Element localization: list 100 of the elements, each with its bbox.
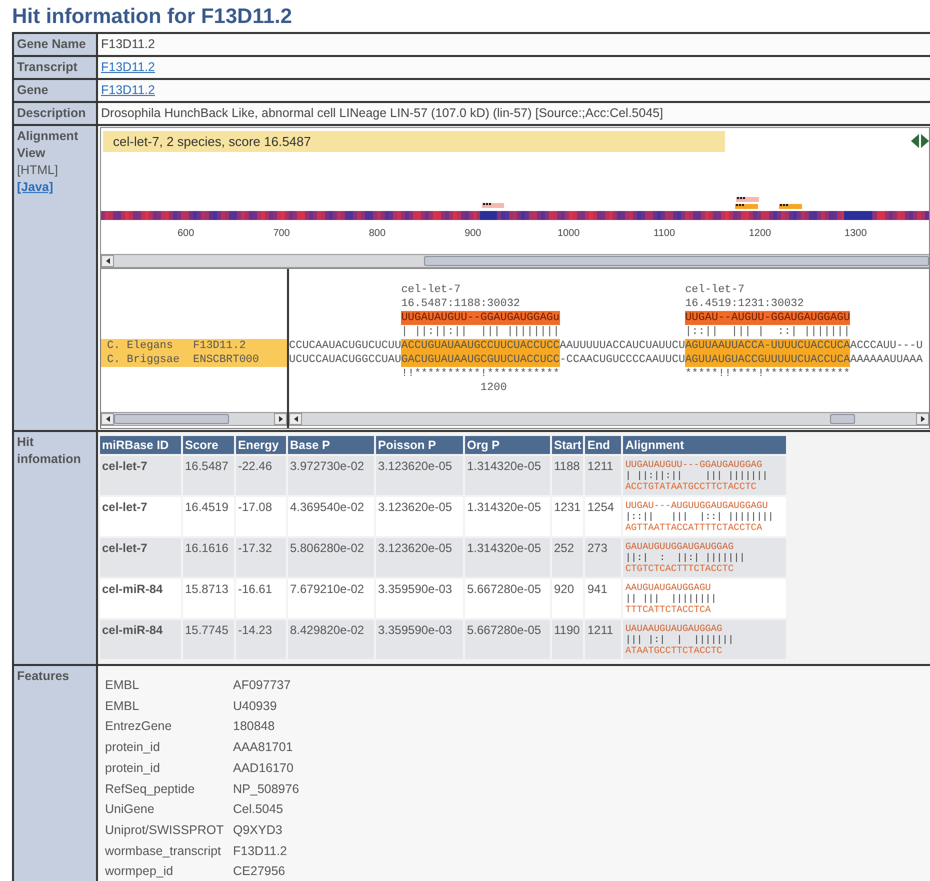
target-sequence: AGTTAATTACCATTTTCTACCTCA [625, 522, 764, 533]
conservation-line: !!**********!*********** [401, 367, 560, 381]
table-cell: -17.32 [236, 538, 286, 577]
table-cell: 5.667280e-05 [465, 620, 550, 659]
feature-id: AAA81701 [233, 739, 294, 756]
sequence-id: ENSCBRT000 [193, 353, 260, 367]
pairing-line: | ||:||:|| ||| ||||||| [625, 470, 769, 481]
table-cell: 1211 [585, 456, 622, 495]
row-label: Gene Name [17, 36, 87, 53]
table-cell: 1.314320e-05 [465, 497, 550, 536]
table-cell: 1.314320e-05 [465, 538, 550, 577]
feature-id: AF097737 [233, 677, 292, 694]
feature-source: RefSeq_peptide [105, 780, 196, 798]
row-label: Features [17, 668, 70, 685]
table-cell: 16.1616 [183, 538, 234, 577]
feature-id: Q9XYD3 [233, 822, 284, 839]
axis-label: 1200 [748, 227, 772, 241]
column-header: Base P [288, 436, 374, 454]
species-name: C. Elegans [107, 339, 174, 353]
sequence-row-text: UCUCCAUACUGGCCUAUGACUGUAUAAUGCGUUCUACCUCC-CCAACUGUCCCCAAUUCUAGUUAUGUACCGUUUUUCUACCUCAAAAAAAUUAAA [289, 353, 924, 367]
table-cell: F13D11.2 [98, 34, 930, 55]
feature-source: protein_id [105, 760, 161, 777]
pairing-line: |::|| ||| | ::| ||||||| [685, 325, 850, 339]
column-header: Start [552, 436, 584, 454]
table-cell: 7.679210e-02 [288, 579, 374, 618]
axis-label: 800 [368, 227, 386, 241]
table-cell: 5.667280e-05 [465, 579, 550, 618]
conservation-line: *****!!****!************* [685, 367, 850, 381]
table-cell: 1188 [552, 456, 584, 495]
arrow-right-icon[interactable] [921, 134, 929, 148]
feature-source: wormbase_transcript [105, 842, 222, 860]
feature-source: EntrezGene [105, 718, 173, 736]
score-banner: cel-let-7, 2 species, score 16.5487 [103, 130, 725, 152]
table-cell: 3.359590e-03 [376, 579, 463, 618]
table-cell: cel-miR-84 [100, 620, 181, 659]
mirna-sequence: UUGAUAUGUU--GGAUGAUGGAGu [401, 311, 560, 325]
target-sequence: TTTCATTCTACCTCA [625, 604, 712, 615]
column-header: End [585, 436, 622, 454]
table-cell: 3.123620e-05 [376, 497, 463, 536]
sequence-id: F13D11.2 [193, 339, 246, 353]
mirna-sequence: UUGAU---AUGUUGGAUGAUGGAGU [625, 500, 769, 511]
mirna-sequence: GAUAUGUUGGAUGAUGGAG [625, 541, 735, 552]
table-cell: cel-miR-84 [100, 579, 181, 618]
column-header: Energy [236, 436, 286, 454]
axis-label: 700 [273, 227, 290, 241]
table-cell: -14.23 [236, 620, 286, 659]
position-label: 1200 [480, 381, 507, 395]
feature-source: EMBL [105, 677, 140, 694]
table-cell: 273 [585, 538, 622, 577]
table-cell: 4.369540e-02 [288, 497, 374, 536]
axis-label: 600 [178, 227, 194, 241]
scrollbar[interactable] [101, 412, 287, 426]
table-cell: 1190 [552, 620, 584, 659]
table-cell: -16.61 [236, 579, 286, 618]
target-sequence: ACCTGTATAATGCCTTCTACCTC [625, 481, 758, 492]
table-cell: 1254 [585, 497, 622, 536]
table-cell: 16.4519 [183, 497, 234, 536]
page-title: Hit information for F13D11.2 [12, 4, 292, 30]
table-cell: -17.08 [236, 497, 286, 536]
row-label: Hit infomation [17, 434, 82, 468]
column-header: Score [183, 436, 234, 454]
axis-label: 1100 [654, 227, 676, 241]
target-sequence: ATAATGCCTTCTACCTC [625, 645, 724, 656]
table-cell: 16.5487 [183, 456, 234, 495]
pairing-line: |::|| ||| |::| |||||||| [625, 511, 775, 522]
table-cell: 5.806280e-02 [288, 538, 374, 577]
link[interactable]: F13D11.2 [101, 83, 155, 97]
feature-source: wormpep_id [105, 863, 174, 880]
column-header: Poisson P [376, 436, 463, 454]
table-cell: 3.123620e-05 [376, 456, 463, 495]
scrollbar[interactable] [101, 254, 929, 268]
row-label: Alignment View [17, 128, 80, 162]
table-cell: 15.7745 [183, 620, 234, 659]
table-cell: cel-let-7 [100, 456, 181, 495]
table-cell: -22.46 [236, 456, 286, 495]
table-cell: 920 [552, 579, 584, 618]
hit-score-label: 16.5487:1188:30032 [401, 297, 520, 311]
feature-id: AAD16170 [233, 760, 294, 777]
link[interactable]: F13D11.2 [101, 60, 155, 74]
link[interactable]: [Java] [17, 179, 93, 196]
feature-id: Cel.5045 [233, 801, 284, 818]
table-cell: 941 [585, 579, 622, 618]
table-cell: 1231 [552, 497, 584, 536]
feature-id: CE27956 [233, 863, 286, 880]
mirna-sequence: UUGAUAUGUU---GGAUGAUGGAG [625, 459, 764, 470]
hit-name: cel-let-7 [685, 283, 744, 297]
arrow-left-icon[interactable] [911, 134, 919, 148]
table-cell: 3.359590e-03 [376, 620, 463, 659]
row-label: Description [17, 105, 87, 122]
table-cell: cel-let-7 [100, 497, 181, 536]
table-cell: Drosophila HunchBack Like, abnormal cell LINeage LIN-57 (107.0 kD) (lin-57) [Source:;Acc:Cel.5045] [98, 103, 930, 124]
scrollbar[interactable] [289, 412, 929, 426]
pairing-line: ||| |:| | ||||||| [625, 634, 735, 645]
feature-id: F13D11.2 [233, 842, 288, 860]
target-sequence: CTGTCTCACTTTCTACCTC [625, 563, 735, 574]
hit-name: cel-let-7 [401, 283, 461, 297]
table-cell: 252 [552, 538, 584, 577]
axis-label: 900 [464, 227, 482, 241]
feature-id: NP_508976 [233, 780, 300, 798]
row-label: Gene [17, 82, 50, 99]
